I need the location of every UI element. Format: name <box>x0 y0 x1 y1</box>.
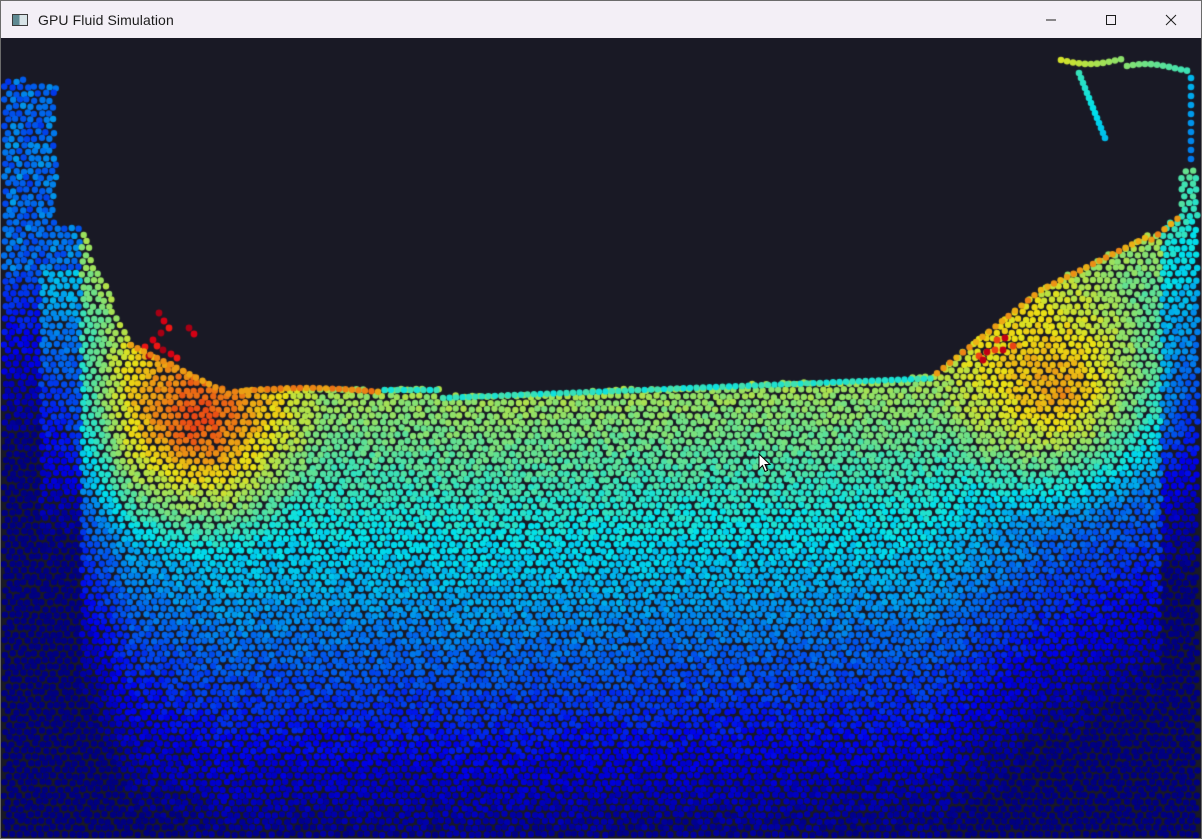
maximize-button[interactable] <box>1081 1 1141 38</box>
window-controls <box>1021 1 1201 38</box>
app-icon <box>12 13 28 26</box>
minimize-icon <box>1046 19 1056 20</box>
close-icon <box>1165 14 1177 25</box>
maximize-icon <box>1106 14 1116 25</box>
close-button[interactable] <box>1141 1 1201 38</box>
fluid-particles[interactable] <box>1 38 1201 838</box>
minimize-button[interactable] <box>1021 1 1081 38</box>
window-title: GPU Fluid Simulation <box>38 11 174 28</box>
title-bar[interactable]: GPU Fluid Simulation <box>1 1 1201 38</box>
simulation-viewport[interactable] <box>1 38 1201 838</box>
app-window: GPU Fluid Simulation <box>0 0 1202 839</box>
